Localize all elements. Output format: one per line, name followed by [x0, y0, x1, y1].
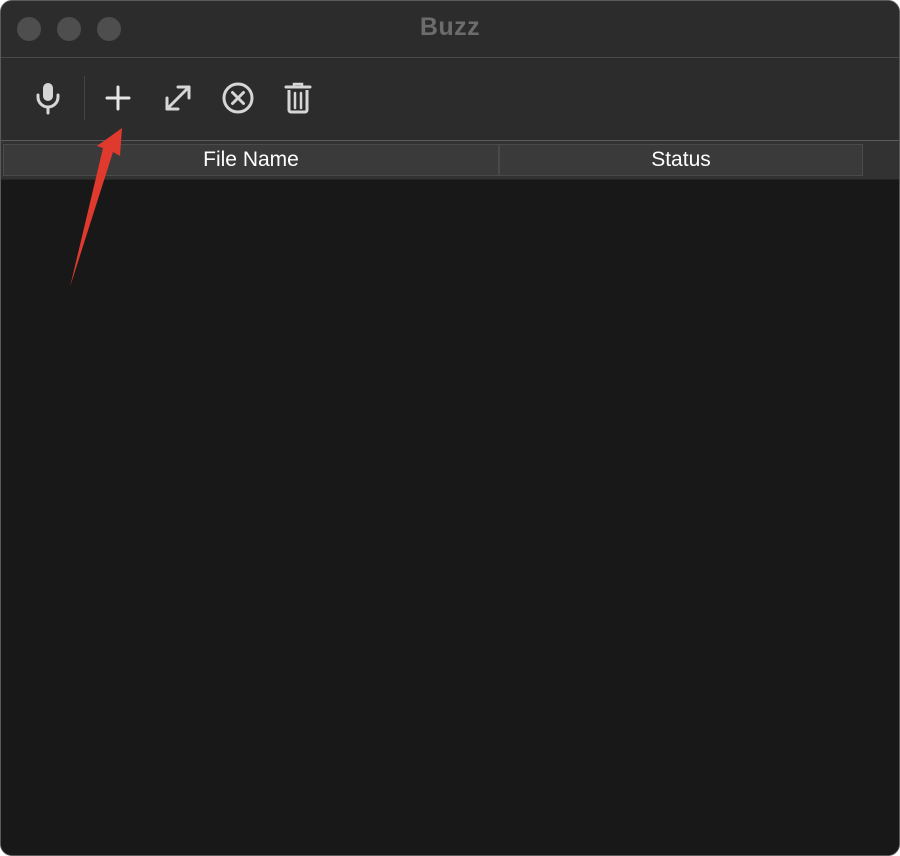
add-file-button[interactable]	[100, 80, 136, 116]
stop-transcription-button[interactable]	[220, 80, 256, 116]
record-button[interactable]	[30, 80, 66, 116]
circle-x-icon	[222, 82, 254, 114]
window-title: Buzz	[419, 13, 481, 41]
column-header-status[interactable]: Status	[499, 144, 863, 176]
app-window: Buzz File Name Status	[0, 0, 900, 856]
expand-icon	[165, 85, 191, 111]
title-bar[interactable]: Buzz	[1, 1, 899, 58]
toolbar-separator	[84, 76, 85, 120]
toolbar	[1, 58, 899, 141]
column-header-file-name[interactable]: File Name	[3, 144, 499, 176]
open-transcript-button[interactable]	[160, 80, 196, 116]
trash-icon	[284, 82, 312, 114]
microphone-icon	[36, 83, 60, 115]
table-header: File Name Status	[1, 141, 899, 180]
delete-button[interactable]	[280, 80, 316, 116]
table-body[interactable]	[1, 180, 899, 855]
tasks-table: File Name Status	[1, 141, 899, 855]
plus-icon	[105, 85, 131, 111]
